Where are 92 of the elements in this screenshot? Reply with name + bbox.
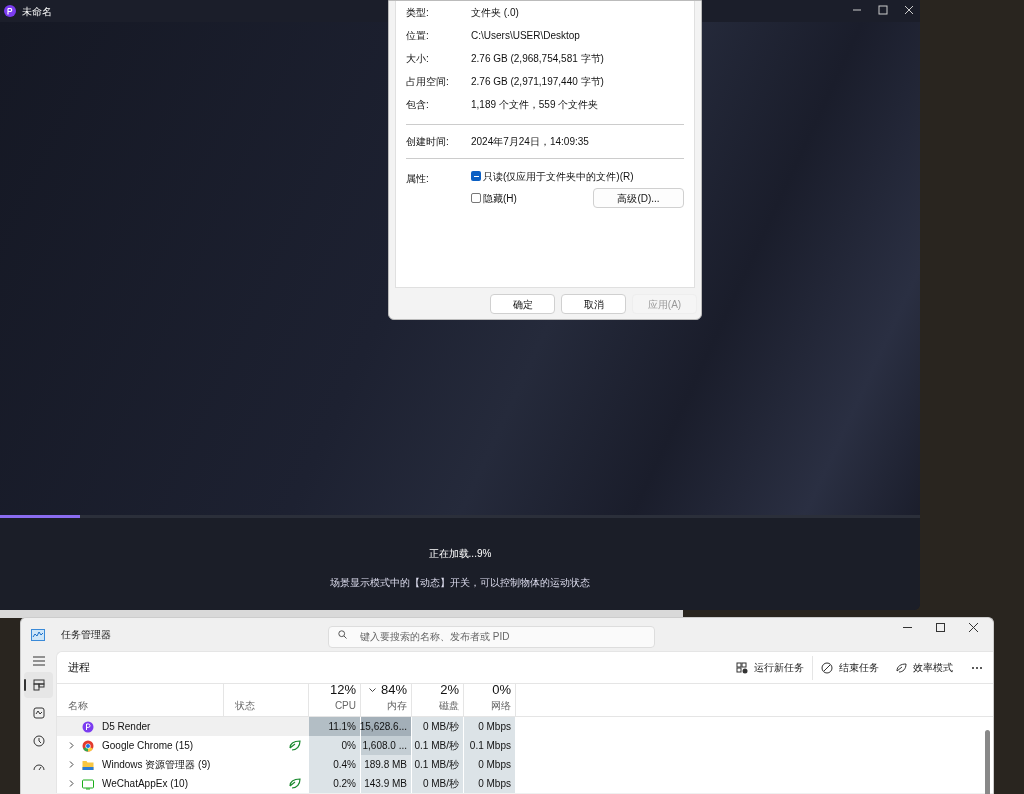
search-field[interactable]: 键入要搜索的名称、发布者或 PID	[328, 625, 655, 648]
column-header[interactable]: 84% 内存	[361, 684, 412, 716]
column-header[interactable]: 0% 网络	[464, 684, 516, 716]
window-title: 未命名	[22, 4, 52, 19]
column-header[interactable]: 名称	[57, 684, 224, 716]
dialog-button[interactable]: 取消	[561, 294, 626, 314]
expand-chevron-icon[interactable]	[69, 780, 74, 787]
monitor-chart-icon	[31, 628, 45, 641]
leaf-icon	[895, 661, 907, 674]
column-label: 名称	[68, 699, 88, 713]
chart-icon	[32, 707, 45, 719]
menu-icon[interactable]	[32, 656, 45, 666]
field-label: 类型:	[406, 6, 430, 20]
column-total: 12%	[329, 682, 356, 698]
field-label: 包含:	[406, 98, 430, 112]
checkbox[interactable]	[471, 171, 481, 181]
field-value: 2.76 GB (2,968,754,581 字节)	[471, 52, 604, 66]
column-header[interactable]: 12% CPU	[309, 684, 361, 716]
search-icon	[338, 630, 347, 639]
run-task-icon	[736, 661, 748, 674]
clock-icon	[32, 735, 45, 747]
process-name: Windows 资源管理器 (9)	[102, 758, 211, 772]
expand-chevron-icon[interactable]	[69, 761, 74, 768]
field-label: 占用空间:	[406, 75, 450, 89]
page-title: 进程	[68, 660, 90, 676]
processes-icon	[32, 679, 45, 691]
field-value: 2.76 GB (2,971,197,440 字节)	[471, 75, 604, 89]
column-label: 内存	[387, 699, 407, 713]
folder-icon	[82, 758, 94, 771]
table-cell: 11.1%	[309, 717, 361, 736]
process-row[interactable]: Google Chrome (15) 0% 1,608.0 ... 0.1 MB/秒 0.1 Mbps	[57, 736, 993, 755]
field-label: 大小:	[406, 52, 430, 66]
loading-text: 正在加载...9%	[428, 547, 492, 561]
toolbar-button[interactable]: 效率模式	[887, 655, 961, 680]
advanced-button[interactable]: 高级(D)...	[593, 188, 684, 208]
field-value: 文件夹 (.0)	[471, 6, 519, 20]
prohibited-icon	[821, 661, 833, 674]
table-cell: 0 Mbps	[464, 755, 516, 774]
table-cell: 0.1 Mbps	[464, 736, 516, 755]
app-logo-icon	[4, 5, 16, 17]
table-cell: 143.9 MB	[361, 774, 412, 793]
column-label: 状态	[235, 699, 255, 713]
column-total: 0%	[492, 682, 511, 698]
leaf-icon	[289, 778, 301, 789]
dialog-button[interactable]: 确定	[490, 294, 555, 314]
browser-logo-icon	[82, 739, 94, 752]
field-label: 属性:	[406, 172, 430, 186]
table-cell: 0%	[309, 736, 361, 755]
column-total: 2%	[440, 682, 459, 698]
leaf-icon	[289, 740, 301, 751]
process-row[interactable]: Windows 资源管理器 (9) 0.4% 189.8 MB 0.1 MB/秒 0 Mbps	[57, 755, 993, 774]
column-label: 网络	[491, 699, 511, 713]
nav-button[interactable]	[24, 672, 53, 698]
process-name: Google Chrome (15)	[102, 739, 194, 753]
field-label: 创建时间:	[406, 135, 450, 149]
process-row[interactable]: WeChatAppEx (10) 0.2% 143.9 MB 0 MB/秒 0 Mbps	[57, 774, 993, 793]
scrollbar-thumb[interactable]	[985, 730, 990, 794]
field-value: 2024年7月24日，14:09:35	[471, 135, 589, 149]
checkbox[interactable]	[471, 193, 481, 203]
field-label: 位置:	[406, 29, 430, 43]
checkbox-label: 隐藏(H)	[483, 191, 517, 206]
process-name: D5 Render	[102, 720, 151, 734]
toolbar-button[interactable]: 运行新任务	[728, 655, 812, 680]
table-cell: 0 Mbps	[464, 774, 516, 793]
table-cell: 0 MB/秒	[412, 717, 464, 736]
column-header[interactable]: 2% 磁盘	[412, 684, 464, 716]
column-label: 磁盘	[439, 699, 459, 713]
column-header[interactable]: 状态	[224, 684, 309, 716]
sort-caret-icon	[369, 688, 376, 692]
expand-chevron-icon[interactable]	[69, 742, 74, 749]
table-cell: 189.8 MB	[361, 755, 412, 774]
table-cell: 0 Mbps	[464, 717, 516, 736]
field-value: C:\Users\USER\Desktop	[471, 29, 580, 43]
more-icon[interactable]	[971, 665, 983, 670]
maximize-icon[interactable]	[935, 622, 946, 633]
table-cell: 0 MB/秒	[412, 774, 464, 793]
column-total: 84%	[380, 682, 407, 698]
window-app-icon	[82, 777, 94, 790]
table-cell: 0.1 MB/秒	[412, 755, 464, 774]
table-cell: 0.4%	[309, 755, 361, 774]
close-icon[interactable]	[968, 622, 979, 633]
window-title: 任务管理器	[61, 628, 111, 642]
table-cell: 0.1 MB/秒	[412, 736, 464, 755]
field-value: 1,189 个文件，559 个文件夹	[471, 98, 599, 112]
app-logo-icon	[82, 720, 94, 733]
table-cell: 1,608.0 ...	[361, 736, 412, 755]
column-label: CPU	[334, 699, 356, 713]
toolbar-button[interactable]: 结束任务	[812, 655, 887, 680]
process-name: WeChatAppEx (10)	[102, 777, 188, 791]
tip-text: 场景显示模式中的【动态】开关，可以控制物体的运动状态	[330, 576, 590, 590]
checkbox-label: 只读(仅应用于文件夹中的文件)(R)	[483, 169, 634, 184]
table-cell: 0.2%	[309, 774, 361, 793]
